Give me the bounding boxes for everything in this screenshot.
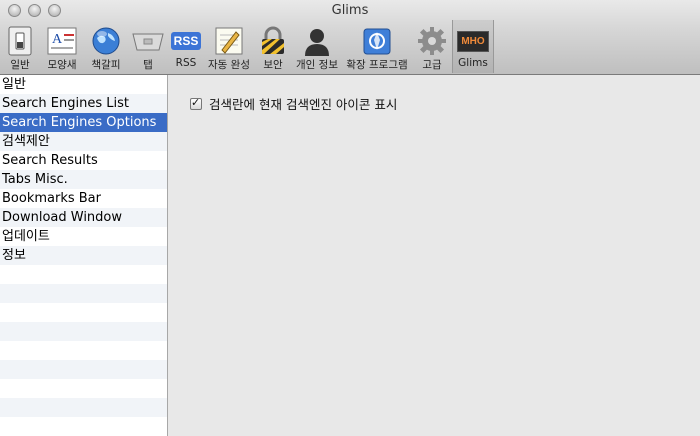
tab-rss[interactable]: RSS RSS xyxy=(168,20,204,73)
sidebar-list: 일반 Search Engines List Search Engines Op… xyxy=(0,75,168,436)
person-icon xyxy=(301,25,333,57)
tab-tabs[interactable]: 탭 xyxy=(128,20,168,73)
tab-security[interactable]: 보안 xyxy=(254,20,292,73)
sidebar-item-search-engines-list[interactable]: Search Engines List xyxy=(0,94,167,113)
list-empty-row xyxy=(0,398,167,417)
tab-general[interactable]: 일반 xyxy=(0,20,40,73)
glims-icon: MHO xyxy=(457,25,489,57)
list-empty-row xyxy=(0,341,167,360)
sidebar-item-search-engines-options[interactable]: Search Engines Options xyxy=(0,113,167,132)
sidebar-item-search-suggestions[interactable]: 검색제안 xyxy=(0,132,167,151)
preferences-window: Glims 일반 A 모양새 책갈피 탭 RSS RSS 자동 완성 보안 개인… xyxy=(0,0,700,436)
sidebar-item-about[interactable]: 정보 xyxy=(0,246,167,265)
show-engine-icon-label[interactable]: 검색란에 현재 검색엔진 아이콘 표시 xyxy=(209,94,397,113)
sidebar-item-download-window[interactable]: Download Window xyxy=(0,208,167,227)
tab-icon xyxy=(132,25,164,57)
rss-icon: RSS xyxy=(170,25,202,57)
sidebar-item-general[interactable]: 일반 xyxy=(0,75,167,94)
glims-icon-text: MHO xyxy=(457,30,489,52)
preferences-toolbar: 일반 A 모양새 책갈피 탭 RSS RSS 자동 완성 보안 개인 정보 확장… xyxy=(0,20,494,73)
show-engine-icon-checkbox[interactable] xyxy=(190,96,202,110)
show-engine-icon-option[interactable]: 검색란에 현재 검색엔진 아이콘 표시 xyxy=(190,94,397,113)
sidebar-item-search-results[interactable]: Search Results xyxy=(0,151,167,170)
rss-icon-text: RSS xyxy=(170,32,202,50)
tab-advanced[interactable]: 고급 xyxy=(412,20,452,73)
list-empty-row xyxy=(0,284,167,303)
tab-appearance[interactable]: A 모양새 xyxy=(40,20,84,73)
svg-text:A: A xyxy=(52,32,63,47)
switch-icon xyxy=(4,25,36,57)
tab-extensions[interactable]: 확장 프로그램 xyxy=(342,20,412,73)
tab-privacy[interactable]: 개인 정보 xyxy=(292,20,342,73)
list-empty-row xyxy=(0,379,167,398)
sidebar-item-update[interactable]: 업데이트 xyxy=(0,227,167,246)
window-title: Glims xyxy=(331,3,369,18)
titlebar: Glims xyxy=(0,0,700,22)
list-empty-row xyxy=(0,360,167,379)
list-empty-row xyxy=(0,417,167,436)
list-empty-row xyxy=(0,265,167,284)
pencil-icon xyxy=(213,25,245,57)
globe-icon xyxy=(90,25,122,57)
appearance-icon: A xyxy=(46,25,78,57)
options-pane: 검색란에 현재 검색엔진 아이콘 표시 xyxy=(168,75,700,436)
tab-autofill[interactable]: 자동 완성 xyxy=(204,20,254,73)
gear-icon xyxy=(416,25,448,57)
list-empty-row xyxy=(0,303,167,322)
tab-glims[interactable]: MHO Glims xyxy=(452,20,494,73)
puzzle-icon xyxy=(361,25,393,57)
sidebar-item-tabs-misc[interactable]: Tabs Misc. xyxy=(0,170,167,189)
lock-icon xyxy=(257,25,289,57)
list-empty-row xyxy=(0,322,167,341)
window-chrome: Glims 일반 A 모양새 책갈피 탭 RSS RSS 자동 완성 보안 개인… xyxy=(0,0,700,75)
sidebar-item-bookmarks-bar[interactable]: Bookmarks Bar xyxy=(0,189,167,208)
tab-bookmarks[interactable]: 책갈피 xyxy=(84,20,128,73)
